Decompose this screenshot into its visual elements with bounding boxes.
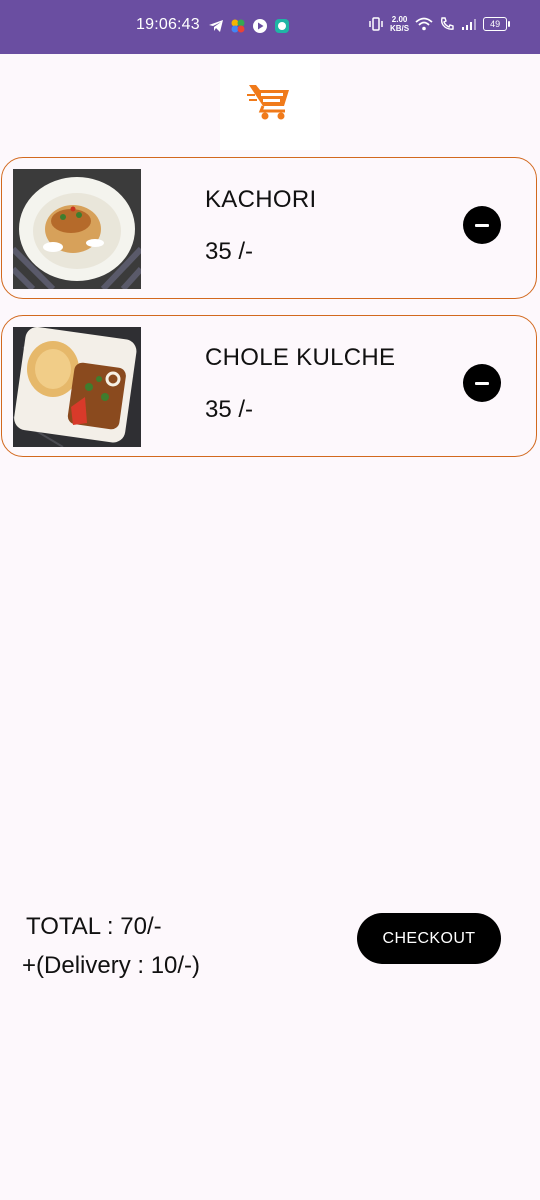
item-name: CHOLE KULCHE xyxy=(205,344,396,371)
vibrate-icon xyxy=(369,17,383,31)
checkout-button[interactable]: CHECKOUT xyxy=(357,913,501,964)
item-name: KACHORI xyxy=(205,186,317,213)
telegram-icon xyxy=(209,20,223,32)
item-price: 35 /- xyxy=(205,396,254,423)
delivery-charge: +(Delivery : 10/-) xyxy=(22,952,201,979)
remove-item-button[interactable] xyxy=(463,206,501,244)
notification-icons xyxy=(208,18,290,34)
shopping-cart-logo-icon xyxy=(247,85,289,120)
battery-indicator: 49 xyxy=(483,17,511,31)
chole-kulche-image xyxy=(13,327,141,447)
minus-circle-icon xyxy=(475,381,489,385)
cart-item-card: KACHORI 35 /- xyxy=(1,157,537,299)
item-price: 35 /- xyxy=(205,238,254,265)
remove-item-button[interactable] xyxy=(463,364,501,402)
minus-circle-icon xyxy=(475,223,489,227)
signal-icon xyxy=(462,19,477,30)
kachori-image xyxy=(13,169,141,289)
network-speed: 2.00 KB/S xyxy=(390,15,409,33)
play-icon xyxy=(253,19,267,33)
status-time: 19:06:43 xyxy=(136,16,200,33)
cart-total: TOTAL : 70/- xyxy=(26,913,162,940)
cart-item-card: CHOLE KULCHE 35 /- xyxy=(1,315,537,457)
status-bar: 19:06:43 2.00 KB/S 49 xyxy=(0,0,540,54)
app-logo xyxy=(220,54,320,150)
chat-app-icon xyxy=(275,19,289,33)
network-speed-value: 2.00 xyxy=(391,15,408,24)
system-icons: 2.00 KB/S 49 xyxy=(368,15,511,33)
network-speed-unit: KB/S xyxy=(390,24,410,33)
pinwheel-app-icon xyxy=(231,19,245,33)
wifi-icon xyxy=(415,17,433,31)
call-icon xyxy=(441,17,454,30)
